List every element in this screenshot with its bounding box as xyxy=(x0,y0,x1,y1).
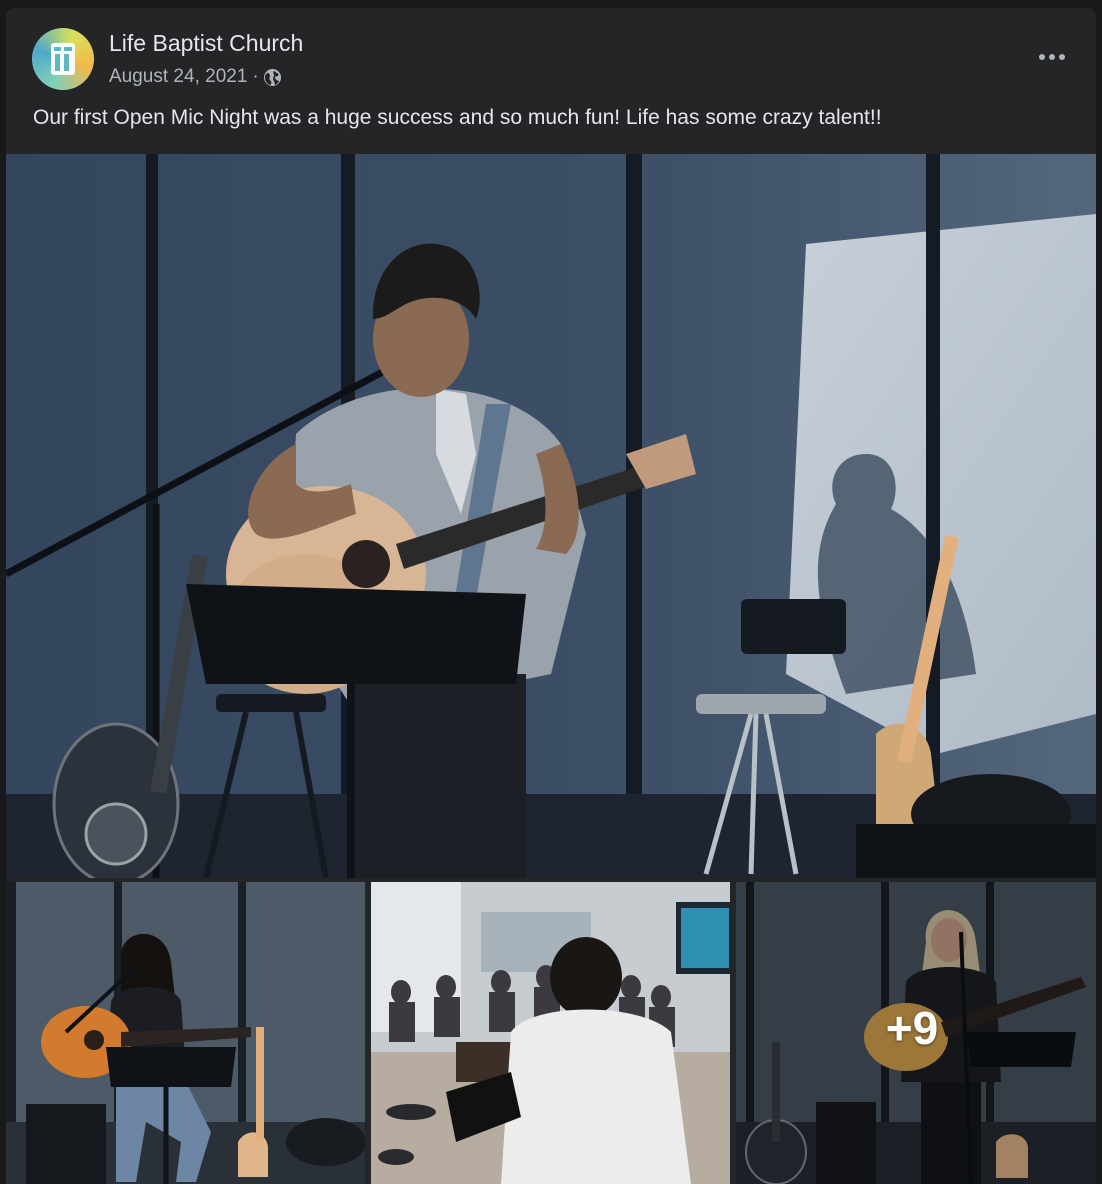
main-photo[interactable] xyxy=(6,154,1096,878)
page-avatar[interactable] xyxy=(32,28,94,90)
more-options-button[interactable] xyxy=(1032,46,1072,68)
post-caption: Our first Open Mic Night was a huge succ… xyxy=(33,106,882,129)
page-name[interactable]: Life Baptist Church xyxy=(109,30,303,57)
grid-photo-2[interactable] xyxy=(371,882,730,1184)
post-date[interactable]: August 24, 2021 xyxy=(109,66,247,88)
church-logo-icon xyxy=(51,43,75,75)
grid-photo-1[interactable] xyxy=(6,882,365,1184)
more-horizontal-icon xyxy=(1039,54,1065,60)
globe-icon[interactable] xyxy=(263,68,282,87)
post-header: Life Baptist Church August 24, 2021 · xyxy=(32,26,1072,92)
more-photos-count: +9 xyxy=(885,1002,939,1054)
meta-separator: · xyxy=(252,66,259,87)
grid-photo-3-more[interactable]: +9 xyxy=(736,882,1096,1184)
post-card: Life Baptist Church August 24, 2021 · Ou… xyxy=(6,8,1096,1184)
more-photos-overlay[interactable]: +9 xyxy=(736,882,1096,1184)
post-meta: August 24, 2021 · xyxy=(109,64,282,90)
